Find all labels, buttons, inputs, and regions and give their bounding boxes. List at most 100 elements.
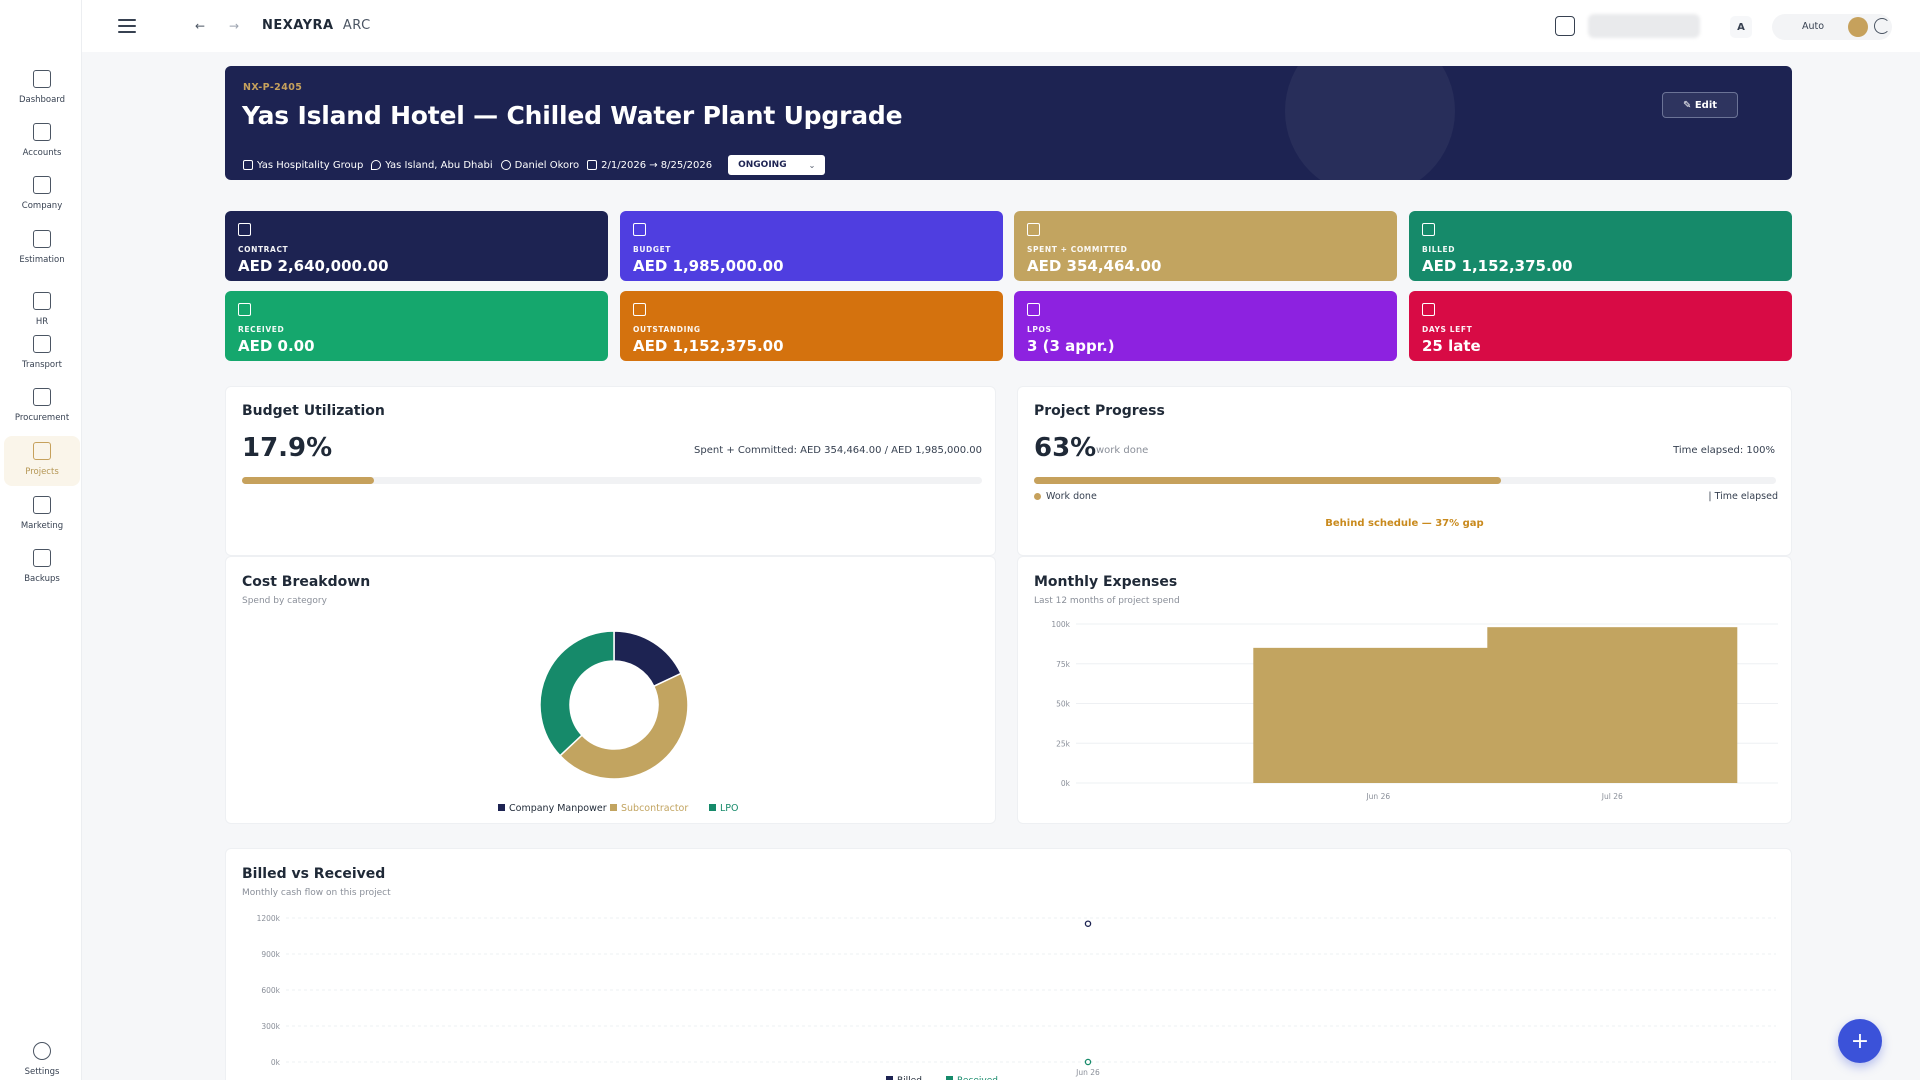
legend-swatch <box>886 1076 893 1080</box>
bar-jul-26[interactable] <box>1487 627 1738 783</box>
bar-jun-26[interactable] <box>1253 647 1504 783</box>
y-tick-label: 1200k <box>257 914 281 923</box>
edit-button[interactable]: ✎ Edit <box>1662 92 1738 118</box>
sidebar-item-label: Projects <box>25 467 59 477</box>
notifications-icon[interactable] <box>1555 16 1575 36</box>
stat-card-outstanding[interactable]: OUTSTANDING AED 1,152,375.00 <box>620 291 1003 361</box>
stat-value: AED 1,985,000.00 <box>633 257 784 275</box>
legend-swatch <box>709 804 716 811</box>
progress-fill <box>1034 477 1502 484</box>
legend-label: Company Manpower <box>509 803 607 814</box>
stat-label: CONTRACT <box>238 245 289 254</box>
forward-arrow-icon[interactable]: → <box>224 16 244 36</box>
stat-card-days-left[interactable]: DAYS LEFT 25 late <box>1409 291 1792 361</box>
stat-icon <box>633 223 646 236</box>
decorative-circle <box>1285 66 1455 180</box>
sidebar-item-projects[interactable]: Projects <box>4 436 80 486</box>
monthly-expenses-panel: Monthly Expenses Last 12 months of proje… <box>1017 556 1792 824</box>
hr-icon <box>33 292 51 310</box>
settings-icon <box>33 1042 51 1060</box>
time-elapsed-label: Time elapsed: 100% <box>1673 445 1775 456</box>
stat-label: BILLED <box>1422 245 1456 254</box>
sidebar-item-dashboard[interactable]: Dashboard <box>4 64 80 114</box>
sidebar-item-procurement[interactable]: Procurement <box>4 382 80 432</box>
stat-value: 25 late <box>1422 337 1481 355</box>
menu-icon[interactable] <box>118 19 136 33</box>
company-icon <box>33 176 51 194</box>
pie-slice-subcontractor[interactable] <box>558 672 689 780</box>
sidebar-item-label: Settings <box>24 1067 60 1077</box>
pie-slice-lpo[interactable] <box>539 630 615 757</box>
sidebar-item-label: Marketing <box>20 521 64 531</box>
sidebar-item-company[interactable]: Company <box>4 170 80 220</box>
panel-title: Budget Utilization <box>242 403 385 419</box>
stat-icon <box>1422 223 1435 236</box>
y-tick-label: 600k <box>261 986 280 995</box>
stat-card-budget[interactable]: BUDGET AED 1,985,000.00 <box>620 211 1003 281</box>
project-manager: Daniel Okoro <box>514 159 580 171</box>
budget-progress-bar <box>242 477 982 484</box>
sidebar-item-transport[interactable]: Transport <box>4 329 80 379</box>
project-code: NX-P-2405 <box>243 82 303 93</box>
work-done-label: work done <box>1096 445 1149 456</box>
stat-card-lpos[interactable]: LPOS 3 (3 appr.) <box>1014 291 1397 361</box>
sidebar: Dashboard Accounts Company Estimation HR Tran… <box>0 0 82 1080</box>
avatar[interactable]: A <box>1730 16 1752 38</box>
sidebar-item-estimation[interactable]: Estimation <box>4 224 80 274</box>
sidebar-item-backups[interactable]: Backups <box>4 543 80 593</box>
estimation-icon <box>33 230 51 248</box>
stat-icon <box>1422 303 1435 316</box>
budget-detail: Spent + Committed: AED 354,464.00 / AED … <box>694 445 982 456</box>
sidebar-item-marketing[interactable]: Marketing <box>4 490 80 540</box>
y-tick-label: 100k <box>1051 620 1070 629</box>
budget-utilization-panel: Budget Utilization 17.9% Spent + Committ… <box>225 386 996 556</box>
legend-label: Billed <box>897 1076 922 1080</box>
top-bar: ← → NEXAYRA ARC A Auto <box>82 0 1920 52</box>
calendar-icon <box>587 160 598 170</box>
stat-card-received[interactable]: RECEIVED AED 0.00 <box>225 291 608 361</box>
schedule-warning: Behind schedule — 37% gap <box>1325 518 1484 529</box>
client-icon <box>243 160 253 170</box>
status-value: ONGOING <box>738 160 787 170</box>
stat-icon <box>1027 303 1040 316</box>
chevron-down-icon: ⌄ <box>808 160 816 170</box>
user-name-blurred[interactable] <box>1588 14 1700 38</box>
sidebar-item-label: Backups <box>24 574 60 584</box>
y-tick-label: 900k <box>261 950 280 959</box>
sidebar-item-accounts[interactable]: Accounts <box>4 117 80 167</box>
project-header: NX-P-2405 Yas Island Hotel — Chilled Wat… <box>225 66 1792 180</box>
stat-card-spent-committed[interactable]: SPENT + COMMITTED AED 354,464.00 <box>1014 211 1397 281</box>
project-client: Yas Hospitality Group <box>257 159 364 171</box>
stat-card-contract[interactable]: CONTRACT AED 2,640,000.00 <box>225 211 608 281</box>
point-billed[interactable] <box>1084 920 1092 927</box>
status-select[interactable]: ONGOING ⌄ <box>728 155 826 175</box>
page-title: Yas Island Hotel — Chilled Water Plant U… <box>242 101 903 130</box>
y-tick-label: 50k <box>1056 700 1071 709</box>
cost-breakdown-panel: Cost Breakdown Spend by category Company… <box>225 556 996 824</box>
legend-dot-icon <box>1034 493 1041 500</box>
stat-value: AED 0.00 <box>238 337 315 355</box>
stat-label: OUTSTANDING <box>633 325 701 334</box>
accounts-icon <box>33 123 51 141</box>
back-arrow-icon[interactable]: ← <box>190 16 210 36</box>
theme-toggle[interactable]: Auto <box>1772 14 1892 40</box>
sidebar-item-settings[interactable]: Settings <box>4 1036 80 1080</box>
project-location: Yas Island, Abu Dhabi <box>385 159 493 171</box>
stat-value: AED 1,152,375.00 <box>1422 257 1573 275</box>
y-tick-label: 25k <box>1056 739 1071 748</box>
point-received[interactable] <box>1084 1058 1092 1066</box>
user-icon <box>500 160 511 170</box>
sidebar-item-label: Company <box>21 201 63 211</box>
add-fab-button[interactable]: + <box>1838 1019 1882 1063</box>
moon-icon[interactable] <box>1874 18 1890 34</box>
stat-label: SPENT + COMMITTED <box>1027 245 1128 254</box>
project-dates: 2/1/2026 → 8/25/2026 <box>601 159 713 171</box>
x-tick-label: Jun 26 <box>1365 792 1390 801</box>
stat-card-billed[interactable]: BILLED AED 1,152,375.00 <box>1409 211 1792 281</box>
sidebar-item-label: Estimation <box>19 255 65 265</box>
y-tick-label: 75k <box>1056 660 1071 669</box>
sidebar-item-label: Procurement <box>14 413 70 423</box>
dashboard-icon <box>33 70 51 88</box>
project-progress-panel: Project Progress 63% work done Time elap… <box>1017 386 1792 556</box>
cost-breakdown-chart: Company Manpower Subcontractor LPO <box>498 630 739 814</box>
